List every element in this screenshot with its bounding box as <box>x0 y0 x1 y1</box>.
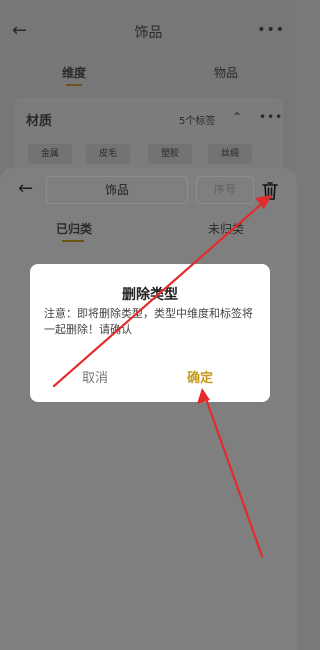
tag-chip[interactable]: 皮毛 <box>86 144 130 164</box>
category-card <box>14 98 283 178</box>
page-title: 饰品 <box>134 25 163 41</box>
tab-dimension[interactable]: 维度 <box>62 64 86 81</box>
type-name-field[interactable]: 饰品 <box>46 176 188 204</box>
trash-icon[interactable] <box>262 182 278 200</box>
tab-unclassified[interactable]: 未归类 <box>208 220 244 237</box>
tag-chip[interactable]: 金属 <box>28 144 72 164</box>
dialog-message: 注意：即将删除类型，类型中维度和标签将一起删除！请确认 <box>44 307 253 336</box>
tag-chip[interactable]: 丝绸 <box>208 144 252 164</box>
order-field[interactable]: 序号 <box>196 176 254 204</box>
confirm-button[interactable]: 确定 <box>187 367 213 386</box>
card-more-icon[interactable]: ••• <box>259 110 283 124</box>
sheet-tab-indicator <box>62 240 84 242</box>
sheet-back-icon[interactable]: ← <box>18 178 33 199</box>
tab-items[interactable]: 物品 <box>214 64 238 81</box>
tag-chip[interactable]: 塑胶 <box>148 144 192 164</box>
cancel-button[interactable]: 取消 <box>82 367 108 386</box>
category-title: 材质 <box>26 114 53 129</box>
tab-indicator <box>66 84 82 86</box>
tab-classified[interactable]: 已归类 <box>56 220 92 237</box>
dialog-title: 删除类型 <box>122 287 178 303</box>
edit-type-sheet <box>0 168 297 650</box>
tag-count: 5个标签 <box>179 116 216 127</box>
chevron-up-icon[interactable]: ⌃ <box>232 110 242 124</box>
more-icon[interactable]: ••• <box>257 22 285 38</box>
